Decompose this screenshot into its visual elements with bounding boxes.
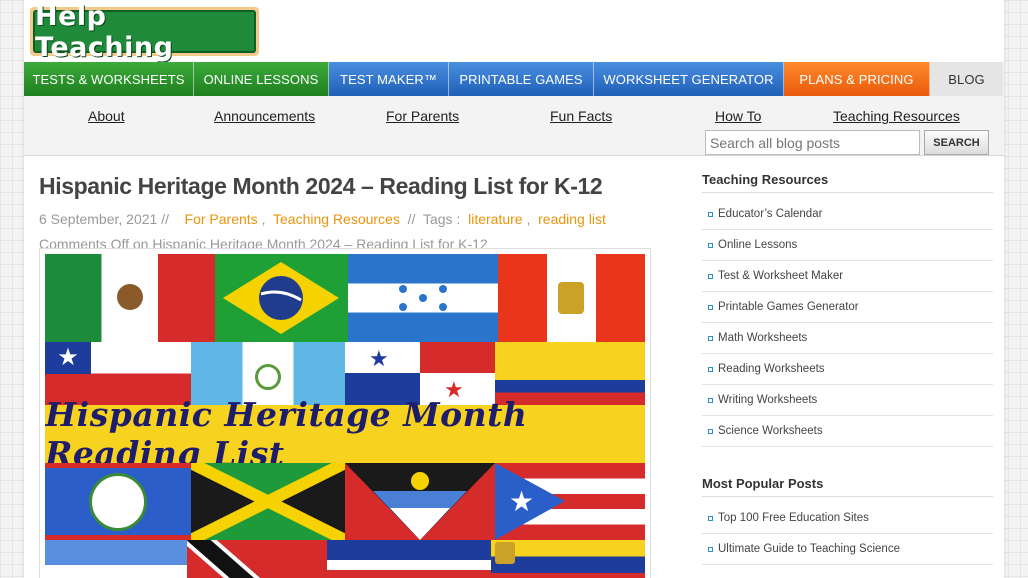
sidebar-link[interactable]: Educator’s Calendar — [702, 199, 993, 230]
subnav-fun-facts[interactable]: Fun Facts — [550, 108, 612, 124]
search-button[interactable]: SEARCH — [924, 130, 989, 155]
image-banner-title: Hispanic Heritage Month Reading List — [45, 395, 645, 473]
subnav-for-parents[interactable]: For Parents — [386, 108, 459, 124]
bullet-icon — [708, 211, 713, 217]
nav-plans-pricing[interactable]: PLANS & PRICING — [784, 62, 930, 96]
flag-trinidad — [187, 540, 327, 578]
sidebar-link[interactable]: Test & Worksheet Maker — [702, 261, 993, 292]
page: Help Teaching TESTS & WORKSHEETS ONLINE … — [24, 0, 1004, 578]
sidebar-divider — [702, 496, 993, 497]
puerto-rico-triangle-icon: ★ — [495, 463, 565, 540]
sidebar-link-label: Online Lessons — [718, 239, 798, 251]
sidebar-heading-resources: Teaching Resources — [702, 172, 829, 187]
bullet-icon — [708, 335, 713, 341]
subnav-announcements[interactable]: Announcements — [214, 108, 315, 124]
sidebar-link[interactable]: Reading Worksheets — [702, 354, 993, 385]
flag-el-salvador — [45, 540, 187, 578]
bullet-icon — [708, 273, 713, 279]
sidebar-link-label: Test & Worksheet Maker — [718, 270, 844, 282]
post-title[interactable]: Hispanic Heritage Month 2024 – Reading L… — [39, 173, 603, 200]
panama-star-icon: ★ — [369, 346, 389, 371]
tags-label: Tags : — [422, 211, 461, 227]
meta-separator-2: // — [407, 211, 416, 227]
flag-puerto-rico: ★ — [495, 463, 645, 540]
tag-literature[interactable]: literature — [468, 211, 522, 227]
site-logo[interactable]: Help Teaching — [30, 1, 259, 63]
popular-post-link[interactable]: Top 100 Free Education Sites — [702, 503, 993, 534]
logo-text: Help Teaching — [33, 1, 256, 63]
peru-emblem-icon — [558, 282, 584, 314]
subnav-how-to[interactable]: How To — [715, 108, 761, 124]
chile-star-icon: ★ — [45, 342, 91, 374]
nav-tests-worksheets[interactable]: TESTS & WORKSHEETS — [24, 62, 194, 96]
nav-printable-games[interactable]: PRINTABLE GAMES — [449, 62, 594, 96]
mexico-emblem-icon — [117, 284, 143, 310]
subnav-about[interactable]: About — [88, 108, 125, 124]
sidebar-link-label: Educator’s Calendar — [718, 208, 823, 220]
sidebar-heading-popular: Most Popular Posts — [702, 476, 824, 491]
bullet-icon — [708, 515, 713, 521]
popular-post-label: Ultimate Guide to Teaching Science — [718, 543, 900, 555]
flag-peru — [498, 254, 645, 342]
nav-blog[interactable]: BLOG — [930, 62, 1004, 96]
sidebar-link[interactable]: Printable Games Generator — [702, 292, 993, 323]
flag-belize — [45, 463, 191, 540]
jamaica-saltire-icon — [191, 463, 345, 540]
nav-online-lessons[interactable]: ONLINE LESSONS — [194, 62, 329, 96]
nav-test-maker[interactable]: TEST MAKER™ — [329, 62, 449, 96]
svg-text:★: ★ — [509, 486, 534, 517]
sidebar-link[interactable]: Math Worksheets — [702, 323, 993, 354]
sidebar-link[interactable]: Online Lessons — [702, 230, 993, 261]
sidebar-divider — [702, 192, 993, 193]
bullet-icon — [708, 428, 713, 434]
sidebar-link-label: Writing Worksheets — [718, 394, 818, 406]
flag-brazil — [215, 254, 348, 342]
post-date: 6 September, 2021 — [39, 211, 158, 227]
guatemala-emblem-icon — [255, 364, 281, 390]
flag-jamaica — [191, 463, 345, 540]
bullet-icon — [708, 304, 713, 310]
sidebar-link-label: Math Worksheets — [718, 332, 808, 344]
flag-honduras — [348, 254, 498, 342]
flag-antigua — [345, 463, 495, 540]
nav-worksheet-generator[interactable]: WORKSHEET GENERATOR — [594, 62, 784, 96]
meta-separator: // — [161, 211, 169, 227]
venezuela-emblem-icon — [495, 542, 515, 564]
category-teaching-resources[interactable]: Teaching Resources — [273, 211, 400, 227]
category-for-parents[interactable]: For Parents — [185, 211, 258, 227]
main-nav: TESTS & WORKSHEETS ONLINE LESSONS TEST M… — [24, 62, 1004, 96]
popular-post-label: Top 100 Free Education Sites — [718, 512, 869, 524]
brazil-diamond-icon — [223, 262, 339, 334]
sidebar-link-label: Printable Games Generator — [718, 301, 859, 313]
sidebar-link[interactable]: Writing Worksheets — [702, 385, 993, 416]
flag-venezuela — [491, 540, 645, 578]
tag-reading-list[interactable]: reading list — [538, 211, 606, 227]
flag-dominican — [327, 540, 491, 578]
post-meta: 6 September, 2021 // For Parents , Teach… — [39, 211, 606, 227]
bullet-icon — [708, 366, 713, 372]
trinidad-band-icon — [187, 540, 261, 578]
sidebar-link-label: Reading Worksheets — [718, 363, 825, 375]
bullet-icon — [708, 546, 713, 552]
honduras-stars-icon — [399, 285, 447, 311]
flags-collage: ★ ★ ★ Hispanic Heritage Month Reading Li… — [45, 254, 645, 578]
blog-subnav: About Announcements For Parents Fun Fact… — [24, 96, 1004, 156]
sidebar-link-label: Science Worksheets — [718, 425, 823, 437]
popular-post-link[interactable]: Ultimate Guide to Teaching Science — [702, 534, 993, 565]
flag-mexico — [45, 254, 215, 342]
sidebar-link[interactable]: Science Worksheets — [702, 416, 993, 447]
search-input[interactable] — [705, 130, 920, 155]
belize-emblem-icon — [89, 473, 147, 531]
bullet-icon — [708, 242, 713, 248]
antigua-triangle-icon — [345, 463, 495, 540]
featured-image[interactable]: ★ ★ ★ Hispanic Heritage Month Reading Li… — [39, 248, 651, 578]
subnav-teaching-resources[interactable]: Teaching Resources — [833, 108, 960, 124]
bullet-icon — [708, 397, 713, 403]
